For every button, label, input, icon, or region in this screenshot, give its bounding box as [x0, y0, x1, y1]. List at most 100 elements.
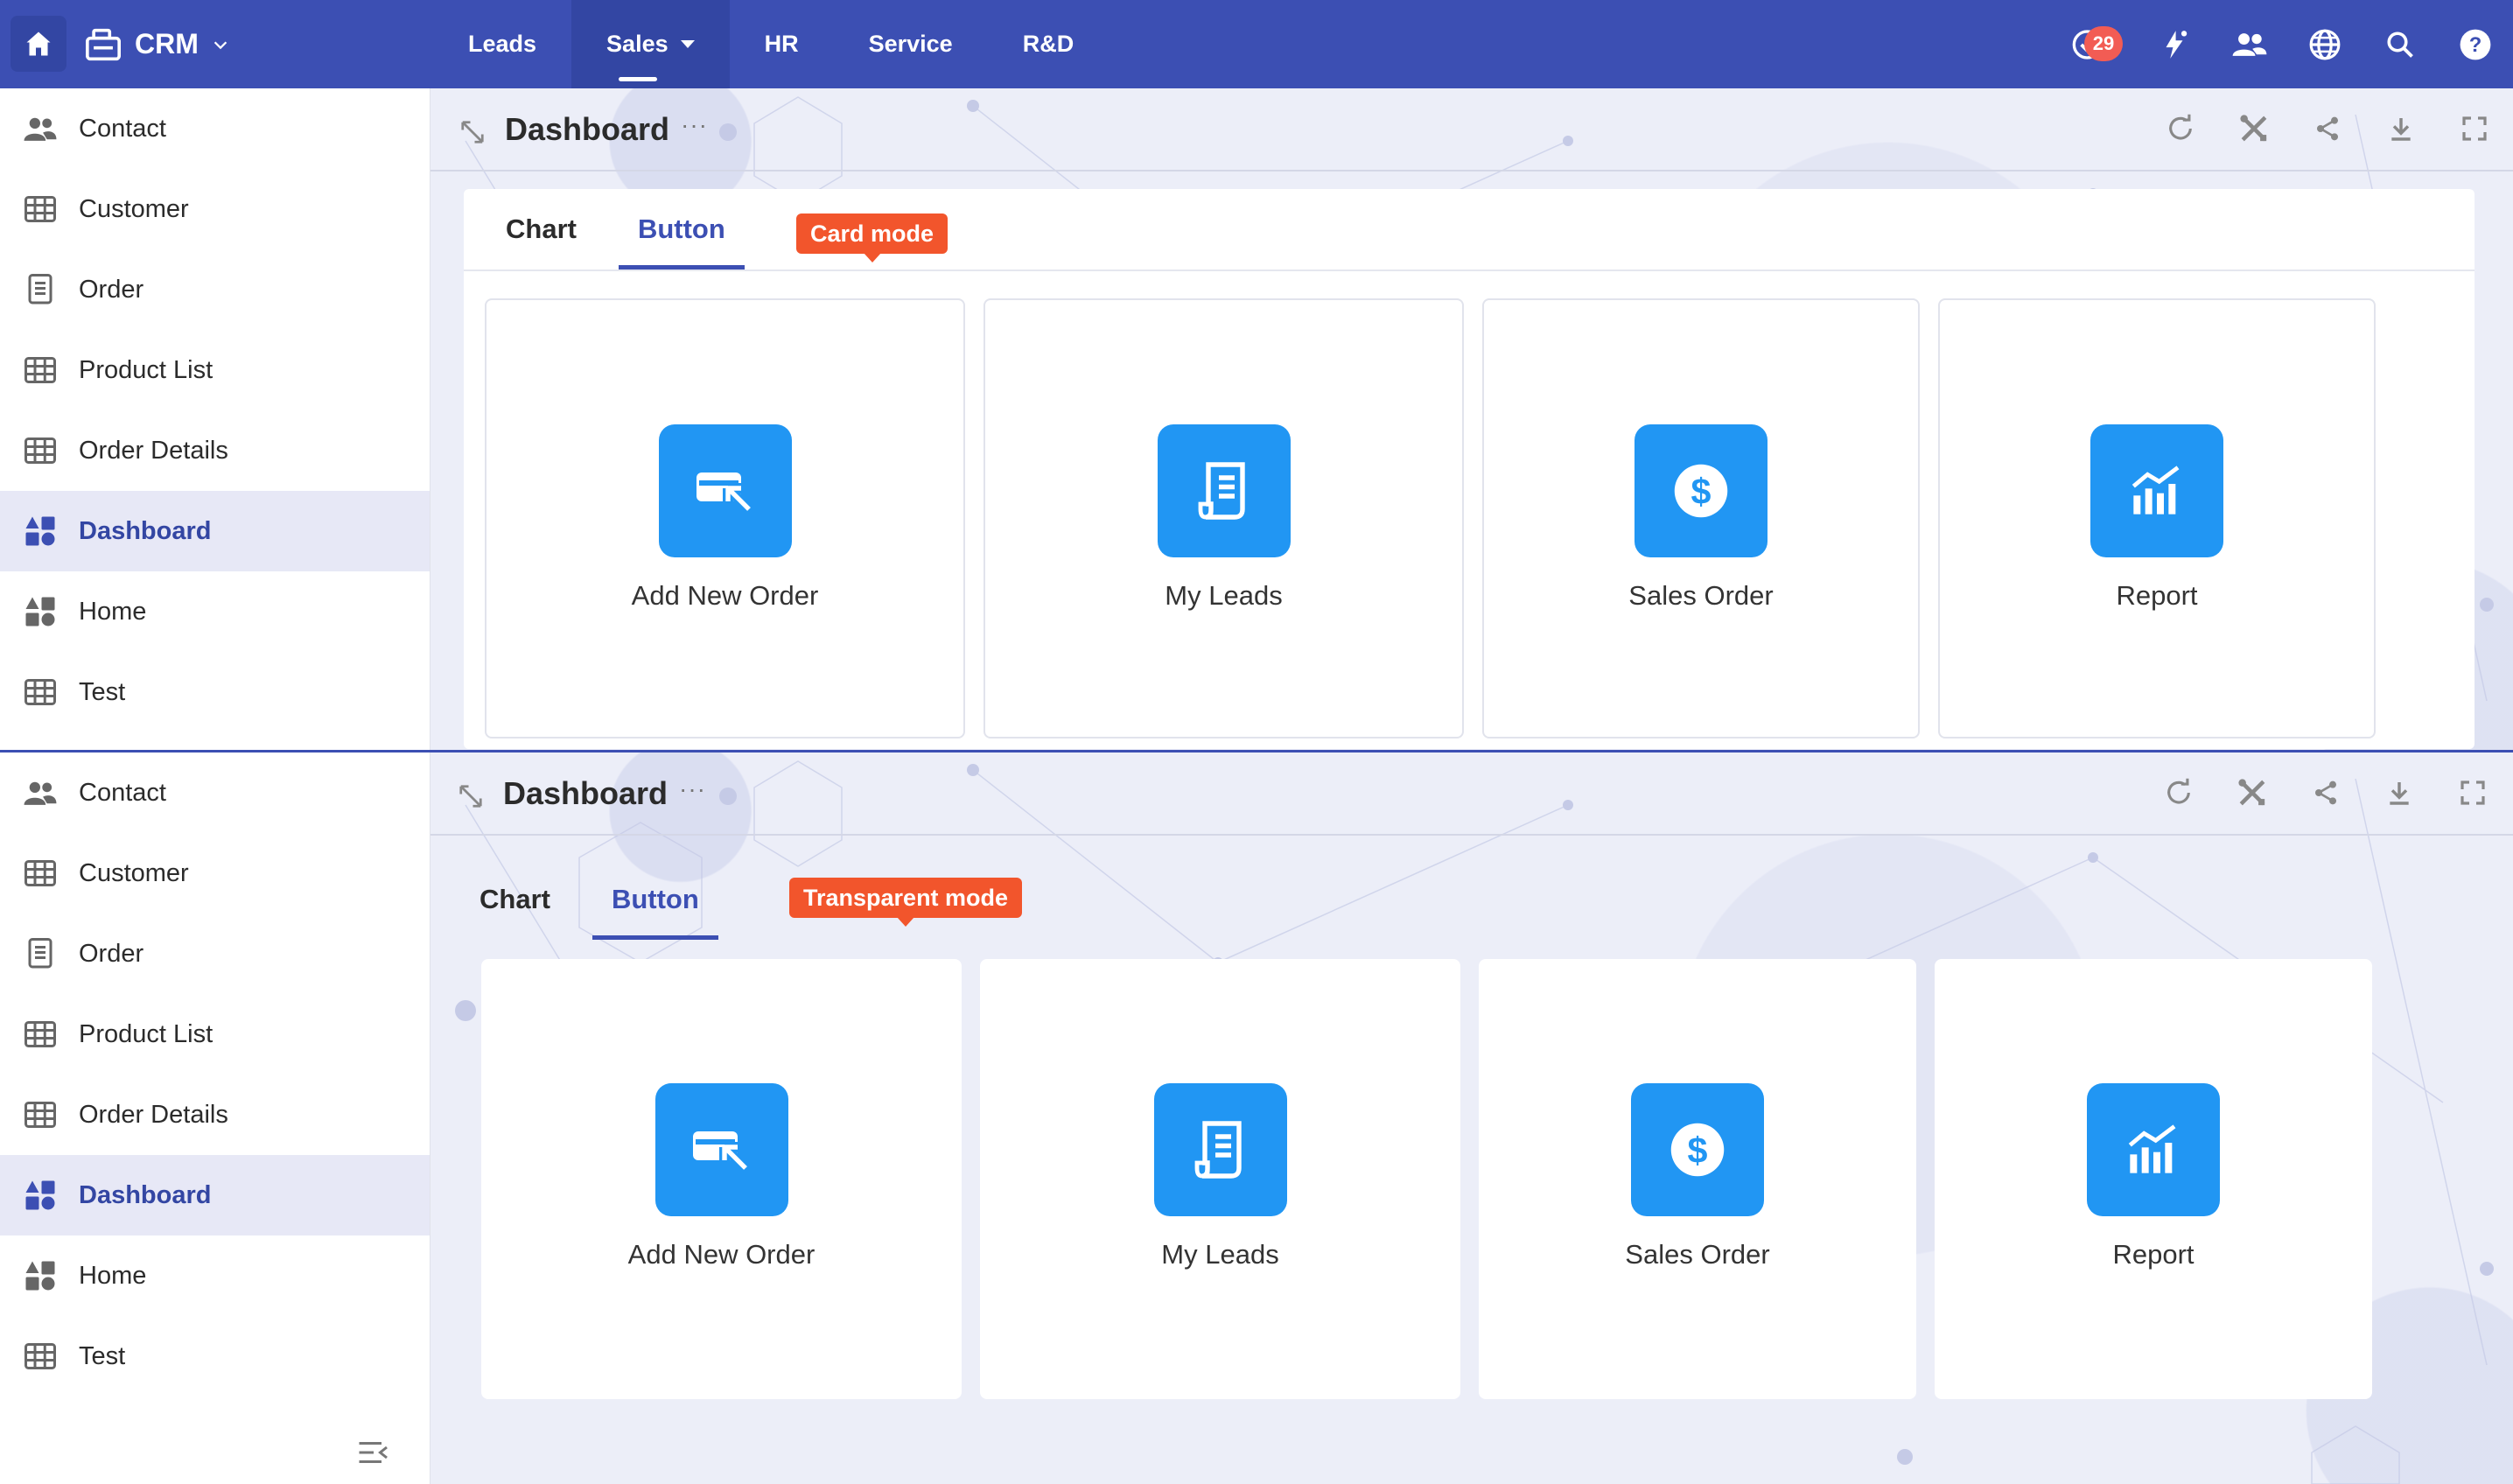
- report-button[interactable]: Report: [1935, 959, 2372, 1399]
- sidebar-item-contact[interactable]: Contact: [0, 752, 430, 833]
- button-grid: Add New Order My Leads $ Sales Order Rep…: [481, 959, 2390, 1399]
- expand-diagonal-icon: [459, 785, 482, 808]
- sidebar-item-test[interactable]: Test: [0, 652, 430, 732]
- sidebar-item-home[interactable]: Home: [0, 571, 430, 652]
- expand-button[interactable]: [457, 116, 488, 148]
- add-new-order-button[interactable]: Add New Order: [485, 298, 965, 738]
- button-label: Sales Order: [1628, 580, 1774, 611]
- dashboard-icon: [21, 1176, 60, 1214]
- dashboard-icon: [21, 512, 60, 550]
- dollar-icon: $: [1631, 1083, 1764, 1216]
- sales-order-button[interactable]: $ Sales Order: [1479, 959, 1916, 1399]
- button-label: Sales Order: [1625, 1239, 1770, 1270]
- tools-button[interactable]: [2233, 774, 2272, 812]
- sidebar-item-label: Contact: [79, 778, 166, 807]
- sidebar-item-label: Customer: [79, 194, 189, 223]
- my-leads-button[interactable]: My Leads: [984, 298, 1464, 738]
- collapse-sidebar-button[interactable]: [354, 1433, 393, 1472]
- share-icon: [2315, 780, 2336, 805]
- sidebar-item-label: Home: [79, 1261, 147, 1290]
- sidebar-item-product-list[interactable]: Product List: [0, 994, 430, 1074]
- refresh-button[interactable]: [2161, 109, 2200, 148]
- report-button[interactable]: Report: [1938, 298, 2376, 738]
- users-icon: [2232, 32, 2267, 56]
- download-icon: [2391, 118, 2411, 141]
- sidebar-item-contact[interactable]: Contact: [0, 88, 430, 169]
- mode-tooltip: Transparent mode: [789, 878, 1023, 927]
- table-icon: [21, 1096, 60, 1134]
- nav-rnd[interactable]: R&D: [988, 0, 1110, 88]
- refresh-button[interactable]: [2160, 774, 2198, 812]
- sales-order-button[interactable]: $ Sales Order: [1482, 298, 1920, 738]
- search-button[interactable]: [2362, 0, 2438, 88]
- sidebar-item-order-details[interactable]: Order Details: [0, 410, 430, 491]
- tab-chart[interactable]: Chart: [460, 859, 570, 940]
- document-icon: [21, 270, 60, 309]
- sidebar-item-order-details[interactable]: Order Details: [0, 1074, 430, 1155]
- add-new-order-button[interactable]: Add New Order: [481, 959, 962, 1399]
- table-icon: [21, 1337, 60, 1376]
- sidebar-item-customer[interactable]: Customer: [0, 169, 430, 249]
- fullscreen-icon: [2460, 780, 2485, 805]
- sidebar-item-product-list[interactable]: Product List: [0, 330, 430, 410]
- document-icon: [21, 934, 60, 973]
- share-button[interactable]: [2308, 109, 2347, 148]
- tab-chart[interactable]: Chart: [486, 189, 596, 270]
- collapse-menu-icon: [359, 1442, 388, 1463]
- home-button[interactable]: [10, 16, 66, 72]
- fullscreen-button[interactable]: [2454, 774, 2492, 812]
- sidebar-item-dashboard[interactable]: Dashboard: [0, 1155, 430, 1236]
- fullscreen-button[interactable]: [2455, 109, 2494, 148]
- sidebar-item-label: Home: [79, 597, 147, 626]
- download-button[interactable]: [2382, 109, 2420, 148]
- nav-sales[interactable]: Sales: [571, 0, 730, 88]
- button-label: Report: [2112, 1239, 2194, 1270]
- tab-card-container: Chart Button Card mode Add New Order My …: [464, 189, 2474, 749]
- nav-hr[interactable]: HR: [730, 0, 834, 88]
- sidebar-item-order[interactable]: Order: [0, 249, 430, 330]
- sidebar-item-test[interactable]: Test: [0, 1316, 430, 1396]
- download-button[interactable]: [2380, 774, 2418, 812]
- more-options-button[interactable]: ···: [679, 775, 706, 803]
- language-button[interactable]: [2287, 0, 2362, 88]
- top-navigation-bar: CRM Leads Sales HR Service R&D 29 ?: [0, 0, 2513, 88]
- dashboard-header: Dashboard ···: [430, 88, 2513, 172]
- app-name: CRM: [135, 28, 199, 60]
- table-icon: [21, 1015, 60, 1054]
- table-icon: [21, 190, 60, 228]
- button-label: My Leads: [1165, 580, 1283, 611]
- sidebar-item-order[interactable]: Order: [0, 914, 430, 994]
- tools-button[interactable]: [2235, 109, 2273, 148]
- dashboard-content: Dashboard ··· Chart Button Transparent m…: [430, 752, 2513, 1484]
- table-icon: [21, 431, 60, 470]
- search-icon: [2387, 31, 2413, 58]
- expand-button[interactable]: [455, 780, 486, 812]
- active-underline: [619, 77, 658, 81]
- help-button[interactable]: ?: [2438, 0, 2513, 88]
- tab-button[interactable]: Button: [592, 859, 718, 940]
- nav-service[interactable]: Service: [834, 0, 988, 88]
- my-leads-button[interactable]: My Leads: [980, 959, 1460, 1399]
- share-button[interactable]: [2306, 774, 2345, 812]
- todo-button[interactable]: 29: [2040, 0, 2137, 88]
- users-button[interactable]: [2212, 0, 2287, 88]
- cash-register-icon: [86, 28, 121, 60]
- globe-icon: [2309, 29, 2341, 60]
- nav-leads[interactable]: Leads: [433, 0, 571, 88]
- chevron-down-icon: [214, 40, 228, 49]
- dashboard-icon: [21, 1256, 60, 1295]
- button-label: My Leads: [1161, 1239, 1279, 1270]
- more-options-button[interactable]: ···: [681, 111, 708, 139]
- button-label: Add New Order: [631, 580, 819, 611]
- app-switcher[interactable]: CRM: [84, 0, 230, 88]
- tab-button[interactable]: Button: [618, 189, 745, 270]
- flash-button[interactable]: [2137, 0, 2212, 88]
- sidebar-item-label: Order: [79, 939, 144, 968]
- sidebar: Contact Customer Order Product List Orde…: [0, 752, 430, 1484]
- table-icon: [21, 351, 60, 389]
- page-title: Dashboard: [503, 775, 668, 811]
- sidebar-item-home[interactable]: Home: [0, 1236, 430, 1316]
- fullscreen-icon: [2462, 116, 2487, 141]
- sidebar-item-dashboard[interactable]: Dashboard: [0, 491, 430, 571]
- sidebar-item-customer[interactable]: Customer: [0, 833, 430, 914]
